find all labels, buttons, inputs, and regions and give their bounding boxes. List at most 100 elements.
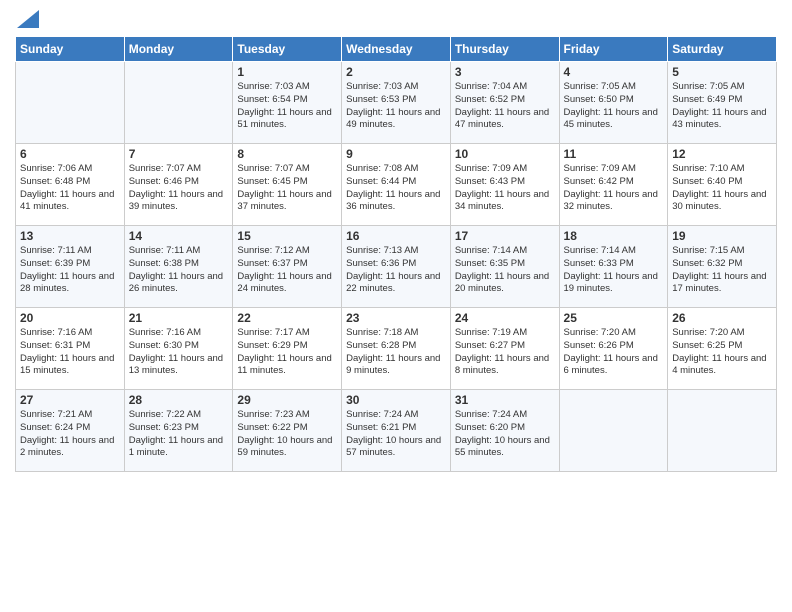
page: SundayMondayTuesdayWednesdayThursdayFrid… — [0, 0, 792, 612]
cell-text: Sunrise: 7:17 AM Sunset: 6:29 PM Dayligh… — [237, 327, 337, 378]
cell-text: Sunrise: 7:22 AM Sunset: 6:23 PM Dayligh… — [129, 409, 229, 460]
calendar-cell: 5Sunrise: 7:05 AM Sunset: 6:49 PM Daylig… — [668, 62, 777, 144]
day-number: 6 — [20, 147, 120, 161]
cell-text: Sunrise: 7:05 AM Sunset: 6:49 PM Dayligh… — [672, 81, 772, 132]
calendar-cell: 11Sunrise: 7:09 AM Sunset: 6:42 PM Dayli… — [559, 144, 668, 226]
cell-text: Sunrise: 7:09 AM Sunset: 6:43 PM Dayligh… — [455, 163, 555, 214]
weekday-header-thursday: Thursday — [450, 37, 559, 62]
day-number: 28 — [129, 393, 229, 407]
calendar-cell — [124, 62, 233, 144]
cell-text: Sunrise: 7:21 AM Sunset: 6:24 PM Dayligh… — [20, 409, 120, 460]
calendar-cell: 14 Sunrise: 7:11 AM Sunset: 6:38 PM Dayli… — [124, 226, 233, 308]
day-number: 7 — [129, 147, 229, 161]
weekday-header-row: SundayMondayTuesdayWednesdayThursdayFrid… — [16, 37, 777, 62]
cell-text: Sunrise: 7:14 AM Sunset: 6:33 PM Dayligh… — [564, 245, 664, 296]
day-number: 16 — [346, 229, 446, 243]
calendar-cell: 4 Sunrise: 7:05 AM Sunset: 6:50 PM Daylig… — [559, 62, 668, 144]
cell-text: Sunrise: 7:03 AM Sunset: 6:53 PM Dayligh… — [346, 81, 446, 132]
cell-text: Sunrise: 7:07 AM Sunset: 6:45 PM Dayligh… — [237, 163, 337, 214]
calendar-week-4: 20 Sunrise: 7:16 AM Sunset: 6:31 PM Dayli… — [16, 308, 777, 390]
calendar-cell: 17 Sunrise: 7:14 AM Sunset: 6:35 PM Dayli… — [450, 226, 559, 308]
day-number: 19 — [672, 229, 772, 243]
day-number: 13 — [20, 229, 120, 243]
calendar-cell: 25 Sunrise: 7:20 AM Sunset: 6:26 PM Dayli… — [559, 308, 668, 390]
cell-text: Sunrise: 7:14 AM Sunset: 6:35 PM Dayligh… — [455, 245, 555, 296]
logo-icon — [17, 10, 39, 28]
day-number: 27 — [20, 393, 120, 407]
calendar-cell: 27 Sunrise: 7:21 AM Sunset: 6:24 PM Dayli… — [16, 390, 125, 472]
day-number: 2 — [346, 65, 446, 79]
day-number: 23 — [346, 311, 446, 325]
cell-text: Sunrise: 7:20 AM Sunset: 6:25 PM Dayligh… — [672, 327, 772, 378]
cell-text: Sunrise: 7:13 AM Sunset: 6:36 PM Dayligh… — [346, 245, 446, 296]
day-number: 14 — [129, 229, 229, 243]
cell-text: Sunrise: 7:15 AM Sunset: 6:32 PM Dayligh… — [672, 245, 772, 296]
calendar-cell: 31 Sunrise: 7:24 AM Sunset: 6:20 PM Dayli… — [450, 390, 559, 472]
day-number: 11 — [564, 147, 664, 161]
calendar-cell — [668, 390, 777, 472]
cell-text: Sunrise: 7:11 AM Sunset: 6:39 PM Dayligh… — [20, 245, 120, 296]
weekday-header-tuesday: Tuesday — [233, 37, 342, 62]
calendar-cell: 2 Sunrise: 7:03 AM Sunset: 6:53 PM Daylig… — [342, 62, 451, 144]
weekday-header-wednesday: Wednesday — [342, 37, 451, 62]
calendar-cell: 19 Sunrise: 7:15 AM Sunset: 6:32 PM Dayli… — [668, 226, 777, 308]
calendar-cell: 7 Sunrise: 7:07 AM Sunset: 6:46 PM Daylig… — [124, 144, 233, 226]
day-number: 30 — [346, 393, 446, 407]
calendar-week-3: 13 Sunrise: 7:11 AM Sunset: 6:39 PM Dayli… — [16, 226, 777, 308]
calendar-cell: 13 Sunrise: 7:11 AM Sunset: 6:39 PM Dayli… — [16, 226, 125, 308]
day-number: 25 — [564, 311, 664, 325]
day-number: 20 — [20, 311, 120, 325]
day-number: 17 — [455, 229, 555, 243]
cell-text: Sunrise: 7:24 AM Sunset: 6:21 PM Dayligh… — [346, 409, 446, 460]
calendar-week-2: 6 Sunrise: 7:06 AM Sunset: 6:48 PM Daylig… — [16, 144, 777, 226]
day-number: 4 — [564, 65, 664, 79]
weekday-header-friday: Friday — [559, 37, 668, 62]
calendar-cell: 20 Sunrise: 7:16 AM Sunset: 6:31 PM Dayli… — [16, 308, 125, 390]
day-number: 29 — [237, 393, 337, 407]
day-number: 24 — [455, 311, 555, 325]
calendar-cell: 15 Sunrise: 7:12 AM Sunset: 6:37 PM Dayli… — [233, 226, 342, 308]
cell-text: Sunrise: 7:10 AM Sunset: 6:40 PM Dayligh… — [672, 163, 772, 214]
cell-text: Sunrise: 7:18 AM Sunset: 6:28 PM Dayligh… — [346, 327, 446, 378]
cell-text: Sunrise: 7:11 AM Sunset: 6:38 PM Dayligh… — [129, 245, 229, 296]
cell-text: Sunrise: 7:04 AM Sunset: 6:52 PM Dayligh… — [455, 81, 555, 132]
cell-text: Sunrise: 7:16 AM Sunset: 6:30 PM Dayligh… — [129, 327, 229, 378]
day-number: 9 — [346, 147, 446, 161]
calendar-cell: 23 Sunrise: 7:18 AM Sunset: 6:28 PM Dayli… — [342, 308, 451, 390]
calendar-cell: 6 Sunrise: 7:06 AM Sunset: 6:48 PM Daylig… — [16, 144, 125, 226]
cell-text: Sunrise: 7:05 AM Sunset: 6:50 PM Dayligh… — [564, 81, 664, 132]
calendar-cell: 1 Sunrise: 7:03 AM Sunset: 6:54 PM Daylig… — [233, 62, 342, 144]
day-number: 26 — [672, 311, 772, 325]
weekday-header-saturday: Saturday — [668, 37, 777, 62]
calendar-week-5: 27 Sunrise: 7:21 AM Sunset: 6:24 PM Dayli… — [16, 390, 777, 472]
calendar-cell: 16 Sunrise: 7:13 AM Sunset: 6:36 PM Dayli… — [342, 226, 451, 308]
day-number: 8 — [237, 147, 337, 161]
cell-text: Sunrise: 7:07 AM Sunset: 6:46 PM Dayligh… — [129, 163, 229, 214]
cell-text: Sunrise: 7:24 AM Sunset: 6:20 PM Dayligh… — [455, 409, 555, 460]
weekday-header-sunday: Sunday — [16, 37, 125, 62]
cell-text: Sunrise: 7:12 AM Sunset: 6:37 PM Dayligh… — [237, 245, 337, 296]
cell-text: Sunrise: 7:20 AM Sunset: 6:26 PM Dayligh… — [564, 327, 664, 378]
cell-text: Sunrise: 7:06 AM Sunset: 6:48 PM Dayligh… — [20, 163, 120, 214]
calendar-cell: 26 Sunrise: 7:20 AM Sunset: 6:25 PM Dayli… — [668, 308, 777, 390]
calendar-cell — [16, 62, 125, 144]
calendar-cell: 30 Sunrise: 7:24 AM Sunset: 6:21 PM Dayli… — [342, 390, 451, 472]
day-number: 1 — [237, 65, 337, 79]
cell-text: Sunrise: 7:08 AM Sunset: 6:44 PM Dayligh… — [346, 163, 446, 214]
day-number: 15 — [237, 229, 337, 243]
cell-text: Sunrise: 7:16 AM Sunset: 6:31 PM Dayligh… — [20, 327, 120, 378]
calendar-cell: 3 Sunrise: 7:04 AM Sunset: 6:52 PM Daylig… — [450, 62, 559, 144]
weekday-header-monday: Monday — [124, 37, 233, 62]
calendar-cell: 18Sunrise: 7:14 AM Sunset: 6:33 PM Dayli… — [559, 226, 668, 308]
day-number: 31 — [455, 393, 555, 407]
cell-text: Sunrise: 7:03 AM Sunset: 6:54 PM Dayligh… — [237, 81, 337, 132]
calendar-cell — [559, 390, 668, 472]
calendar-cell: 29Sunrise: 7:23 AM Sunset: 6:22 PM Dayli… — [233, 390, 342, 472]
day-number: 22 — [237, 311, 337, 325]
logo — [15, 10, 39, 28]
day-number: 10 — [455, 147, 555, 161]
day-number: 3 — [455, 65, 555, 79]
calendar-cell: 9 Sunrise: 7:08 AM Sunset: 6:44 PM Daylig… — [342, 144, 451, 226]
calendar-cell: 8 Sunrise: 7:07 AM Sunset: 6:45 PM Daylig… — [233, 144, 342, 226]
calendar-table: SundayMondayTuesdayWednesdayThursdayFrid… — [15, 36, 777, 472]
